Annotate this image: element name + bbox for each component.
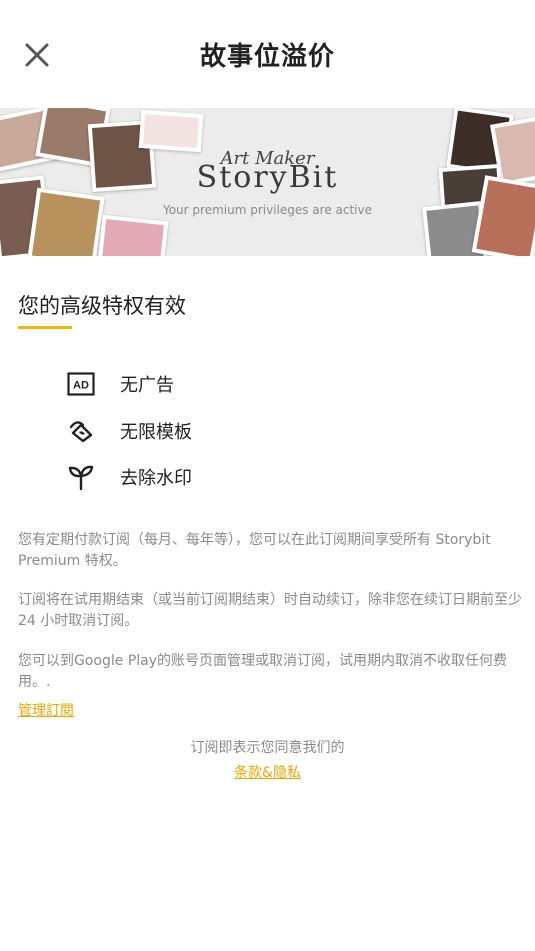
agreement-text: 订阅即表示您同意我们的 [190,740,345,756]
premium-banner: Art Maker StoryBit Your premium privileg… [0,108,535,256]
cancel-info-paragraph: 您可以到Google Play的账号页面管理或取消订阅，试用期内取消不收取任何费… [18,653,508,690]
banner-photo [138,109,204,153]
app-header: 故事位溢价 [0,0,535,108]
section-title: 您的高级特权有效 [18,294,186,318]
feature-no-ads: AD 无广告 [66,369,174,399]
feature-label: 无限模板 [120,422,192,443]
svg-text:AD: AD [73,380,89,392]
feature-unlimited-templates: 无限模板 [66,416,192,446]
banner-photo [97,214,169,256]
banner-tagline: Your premium privileges are active [162,203,373,217]
feature-remove-watermark: 去除水印 [66,462,192,492]
storybit-logo: StoryBit [196,160,339,195]
feature-label: 无广告 [120,375,174,396]
template-icon [66,416,96,446]
section-underline [18,326,72,329]
renewal-info-paragraph: 订阅将在试用期结束（或当前订阅期结束）时自动续订，除非您在续订日期前至少 24 … [18,592,522,629]
page-title: 故事位溢价 [199,42,335,72]
ad-icon: AD [66,369,96,399]
subscription-info-paragraph: 您有定期付款订阅（每月、每年等），您可以在此订阅期间享受所有 Storybit … [18,532,491,569]
banner-photo [27,187,105,256]
manage-subscription-link[interactable]: 管理訂閱 [18,700,74,720]
sprout-icon [66,462,96,492]
terms-privacy-link[interactable]: 条款&隐私 [0,762,535,782]
feature-label: 去除水印 [120,468,192,489]
